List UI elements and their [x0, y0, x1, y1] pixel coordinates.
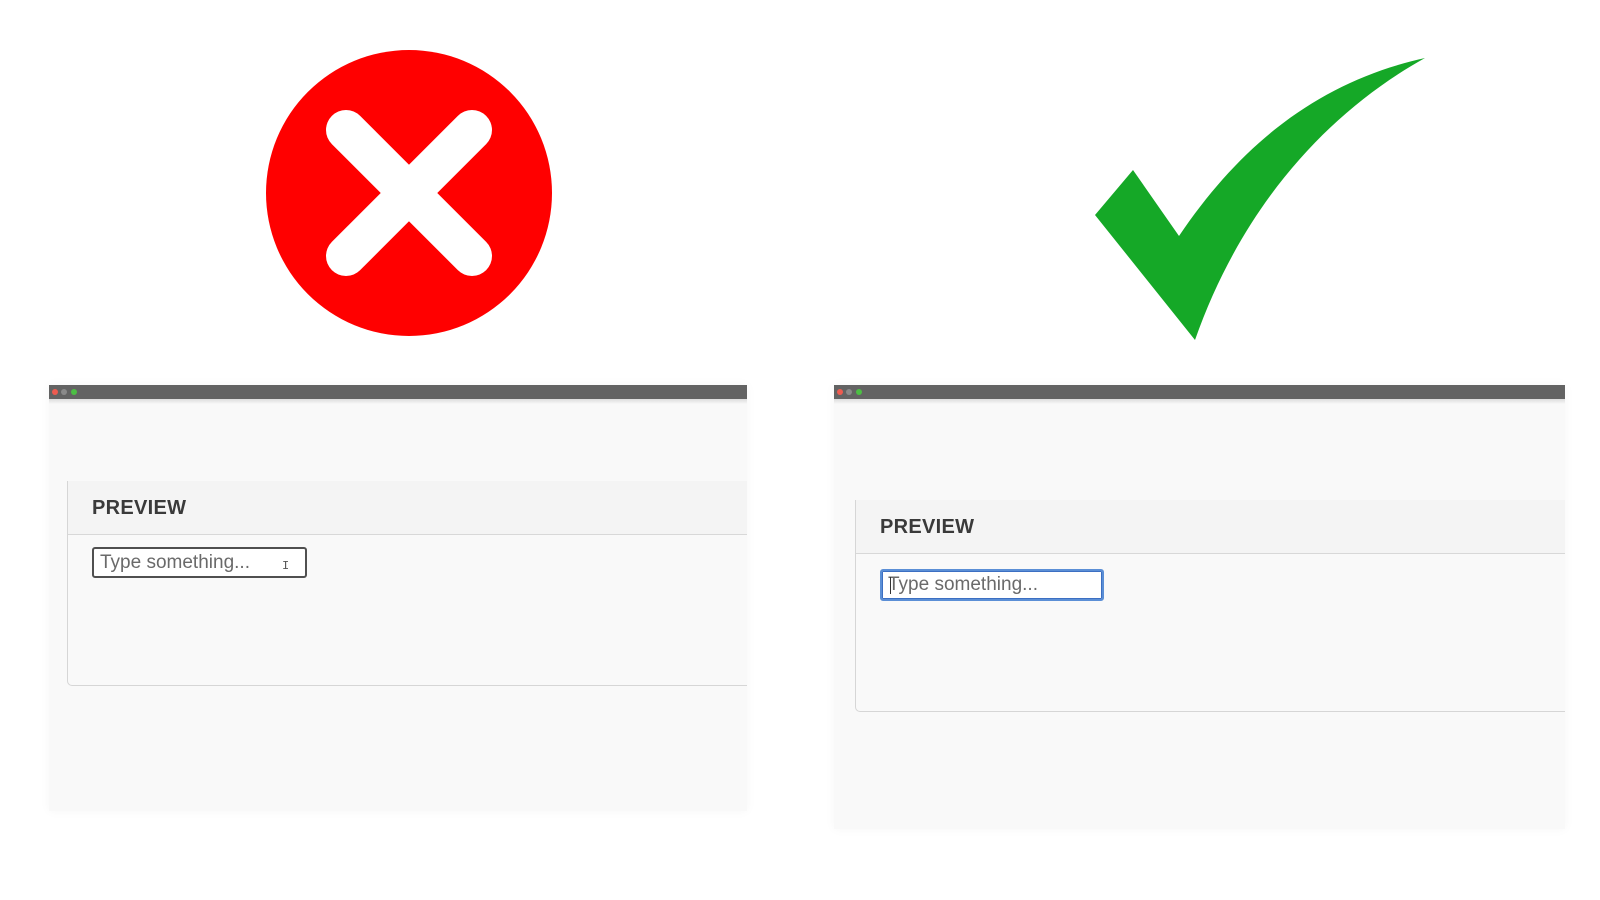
text-caret-icon [890, 577, 891, 594]
ibeam-cursor-icon: I [282, 559, 290, 573]
preview-panel: PREVIEW [855, 500, 1565, 712]
minimize-window-dot[interactable] [846, 389, 852, 395]
preview-text-input[interactable] [92, 547, 307, 578]
x-mark-icon [266, 50, 552, 336]
close-window-dot[interactable] [52, 389, 58, 395]
preview-text-input-focused[interactable] [880, 569, 1104, 601]
preview-panel: PREVIEW I [67, 481, 747, 686]
maximize-window-dot[interactable] [856, 389, 862, 395]
preview-title: PREVIEW [880, 516, 975, 538]
window-titlebar [49, 385, 747, 399]
window-titlebar [834, 385, 1565, 399]
minimize-window-dot[interactable] [61, 389, 67, 395]
preview-title: PREVIEW [92, 497, 187, 519]
titlebar-shadow [49, 399, 747, 404]
preview-panel-header: PREVIEW [856, 500, 1565, 554]
bad-example-window: PREVIEW I [49, 385, 747, 811]
preview-panel-header: PREVIEW [68, 481, 747, 535]
maximize-window-dot[interactable] [71, 389, 77, 395]
close-window-dot[interactable] [837, 389, 843, 395]
good-example-window: PREVIEW [834, 385, 1565, 829]
checkmark-icon [1095, 58, 1425, 340]
titlebar-shadow [834, 399, 1565, 404]
